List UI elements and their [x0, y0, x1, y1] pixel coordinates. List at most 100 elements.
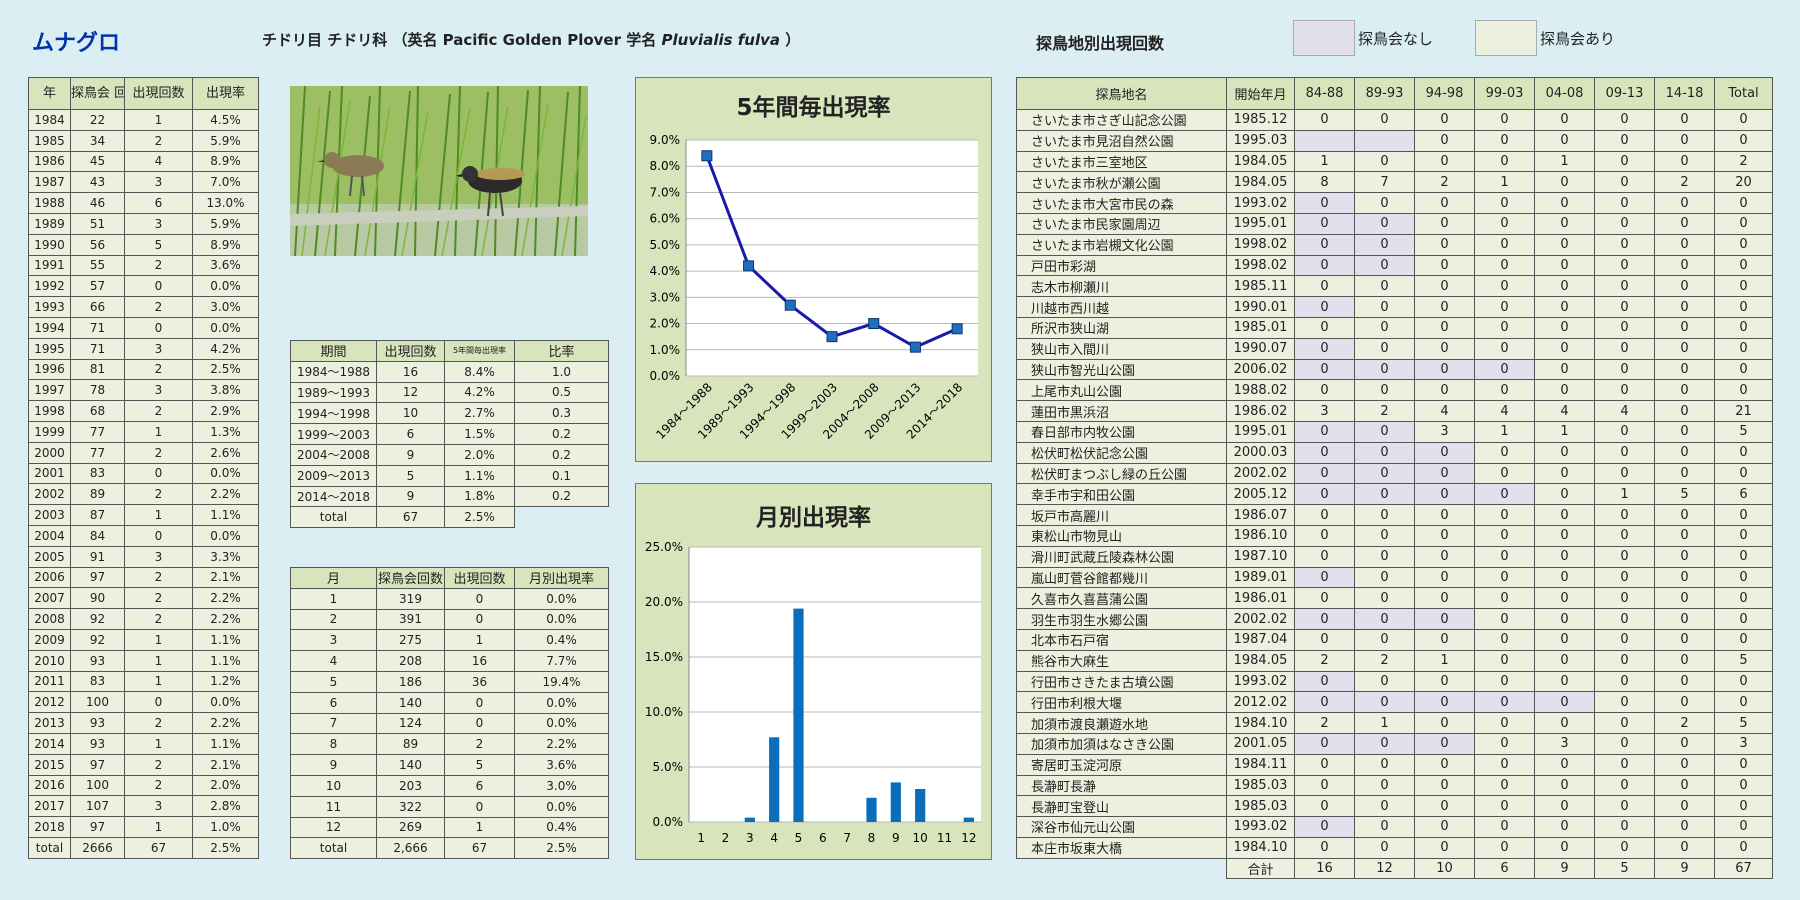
site-start-cell: 1995.03: [1226, 129, 1295, 152]
site-name-cell: 深谷市仙元山公園: [1016, 816, 1227, 838]
yearly-cell: total: [28, 836, 71, 859]
site-count-cell: [1354, 129, 1415, 152]
table-row: 2002 89 2 2.2%: [28, 483, 259, 506]
table-row: 加須市加須はなさき公園 2001.05 0 0 0 0 3 0 0 3: [1016, 732, 1773, 755]
y-tick-label: 1.0%: [650, 343, 681, 357]
period-cell: 1.1%: [444, 464, 515, 487]
site-count-cell: 5: [1714, 420, 1773, 443]
period-cell: 2.0%: [444, 443, 515, 466]
period-cell: 0.1: [514, 464, 609, 487]
yearly-cell: 3.8%: [192, 379, 259, 402]
site-count-cell: 0: [1534, 129, 1595, 152]
monthly-cell: 0: [444, 608, 515, 631]
site-name-cell: 所沢市狭山湖: [1016, 316, 1227, 339]
table-row: 長瀞町宝登山 1985.03 0 0 0 0 0 0 0 0: [1016, 795, 1773, 818]
site-count-cell: 0: [1534, 275, 1595, 298]
site-count-cell: 4: [1534, 400, 1595, 422]
site-count-cell: 0: [1534, 566, 1595, 589]
site-count-cell: 0: [1654, 649, 1715, 672]
site-start-cell: 2002.02: [1226, 462, 1295, 485]
site-count-cell: 0: [1294, 192, 1355, 214]
yearly-cell: 2.0%: [192, 774, 259, 797]
site-start-cell: 1984.05: [1226, 171, 1295, 194]
site-count-cell: 0: [1654, 129, 1715, 152]
site-count-cell: 0: [1354, 358, 1415, 381]
site-total-row: 合計 16 12 10 6 9 5 9 67: [1017, 857, 1773, 880]
monthly-cell: 1: [290, 587, 377, 610]
yearly-cell: 2016: [28, 774, 71, 797]
yearly-cell: 1988: [28, 192, 71, 214]
yearly-cell: 2.2%: [192, 608, 259, 630]
site-start-cell: 2000.03: [1226, 441, 1295, 464]
site-count-cell: 0: [1654, 420, 1715, 443]
monthly-cell: 67: [444, 837, 515, 860]
monthly-header-0: 月: [290, 567, 377, 589]
table-row: total 2666 67 2.5%: [28, 836, 259, 859]
yearly-cell: 3: [124, 212, 193, 235]
site-header-row: 探鳥地名 開始年月 84-88 89-93 94-98 99-03 04-08 09-13 14…: [1016, 77, 1773, 110]
period-cell: 10: [376, 402, 445, 425]
y-tick-label: 5.0%: [653, 760, 684, 774]
site-count-cell: 0: [1414, 462, 1475, 485]
table-row: 上尾市丸山公園 1988.02 0 0 0 0 0 0 0 0: [1016, 379, 1773, 402]
period-cell: 0.5: [514, 381, 609, 404]
y-tick-label: 9.0%: [650, 133, 681, 147]
site-count-cell: 0: [1594, 670, 1655, 693]
site-count-cell: 0: [1354, 337, 1415, 360]
taxon-close: ）: [785, 31, 801, 49]
site-count-cell: 0: [1594, 379, 1655, 402]
yearly-cell: 2666: [70, 836, 125, 859]
site-count-cell: 0: [1354, 608, 1415, 630]
yearly-cell: 2009: [28, 628, 71, 651]
site-name-cell: 加須市渡良瀬遊水地: [1016, 712, 1227, 734]
yearly-cell: 87: [70, 504, 125, 526]
period-header-1: 出現回数: [376, 340, 445, 362]
site-header-5: 99-03: [1474, 77, 1535, 110]
monthly-cell: 0.4%: [514, 629, 609, 652]
site-name-cell: 熊谷市大麻生: [1016, 649, 1227, 672]
site-count-cell: 3: [1414, 420, 1475, 443]
yearly-cell: 1: [124, 109, 193, 131]
site-count-cell: 0: [1354, 566, 1415, 589]
yearly-cell: 3: [124, 379, 193, 402]
site-count-cell: 0: [1654, 441, 1715, 464]
site-header-6: 04-08: [1534, 77, 1595, 110]
site-count-cell: [1294, 129, 1355, 152]
site-count-cell: 0: [1534, 753, 1595, 776]
monthly-cell: 3.0%: [514, 774, 609, 797]
site-count-cell: 0: [1654, 504, 1715, 526]
site-count-cell: 0: [1294, 836, 1355, 859]
site-count-cell: 0: [1414, 670, 1475, 693]
site-count-cell: 2: [1294, 712, 1355, 734]
site-count-cell: 0: [1714, 109, 1773, 131]
site-count-cell: 2: [1654, 712, 1715, 734]
yearly-cell: 2006: [28, 566, 71, 589]
table-row: 2003 87 1 1.1%: [28, 504, 259, 526]
yearly-cell: 2: [124, 753, 193, 776]
site-count-cell: 0: [1414, 504, 1475, 526]
monthly-cell: 0: [444, 712, 515, 735]
site-header-4: 94-98: [1414, 77, 1475, 110]
monthly-cell: 0: [444, 587, 515, 610]
table-row: さいたま市三室地区 1984.05 1 0 0 0 1 0 0 2: [1016, 150, 1773, 173]
site-count-cell: 0: [1414, 628, 1475, 651]
site-count-cell: 0: [1294, 587, 1355, 610]
site-start-cell: 1998.02: [1226, 233, 1295, 256]
yearly-cell: 1987: [28, 171, 71, 194]
table-row: 所沢市狭山湖 1985.01 0 0 0 0 0 0 0 0: [1016, 316, 1773, 339]
table-row: 2006 97 2 2.1%: [28, 566, 259, 589]
site-count-cell: 0: [1534, 587, 1595, 610]
site-count-cell: 0: [1414, 233, 1475, 256]
yearly-cell: 81: [70, 358, 125, 381]
site-total-cell: 6: [1474, 857, 1535, 880]
period-cell: 0.2: [514, 485, 609, 508]
monthly-cell: 140: [376, 691, 445, 714]
site-start-cell: 1985.03: [1226, 795, 1295, 818]
yearly-cell: 2017: [28, 795, 71, 818]
site-name-cell: 松伏町松伏記念公園: [1016, 441, 1227, 464]
period-cell: 2.7%: [444, 402, 515, 425]
site-name-cell: 長瀞町宝登山: [1016, 795, 1227, 818]
yearly-cell: 68: [70, 400, 125, 422]
table-row: 1 319 0 0.0%: [290, 587, 609, 610]
monthly-cell: total: [290, 837, 377, 860]
